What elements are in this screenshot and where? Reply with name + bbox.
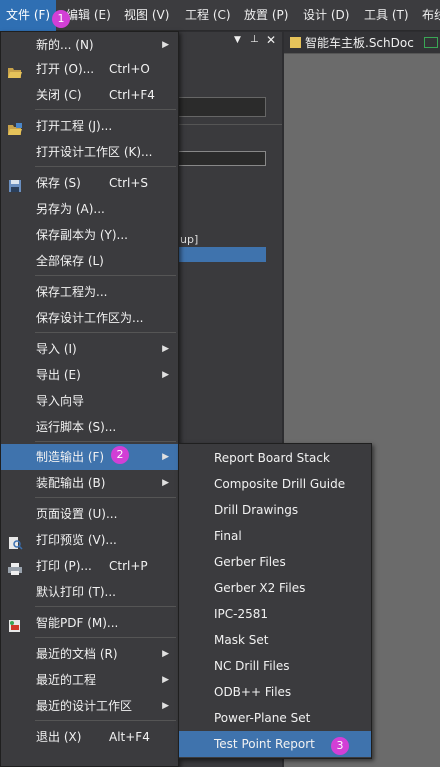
panel-divider bbox=[178, 124, 282, 125]
menu-item-recent-documents[interactable]: 最近的文档 (R) ▶ bbox=[1, 641, 178, 667]
submenu-item-mask-set[interactable]: Mask Set bbox=[179, 627, 371, 653]
panel-tree-item-highlight[interactable] bbox=[178, 247, 266, 262]
submenu-item-gerber-files[interactable]: Gerber Files bbox=[179, 549, 371, 575]
menu-item-save-copy-as[interactable]: 保存副本为 (Y)... bbox=[1, 222, 178, 248]
menu-separator bbox=[35, 637, 176, 638]
menu-item-import[interactable]: 导入 (I) ▶ bbox=[1, 336, 178, 362]
menu-item-fabrication-outputs[interactable]: 制造输出 (F) ▶ bbox=[1, 444, 178, 470]
menu-item-assembly-outputs[interactable]: 装配输出 (B) ▶ bbox=[1, 470, 178, 496]
file-menu: 新的... (N) ▶ 打开 (O)... Ctrl+O 关闭 (C) Ctrl+F4… bbox=[0, 31, 179, 767]
panel-search-field[interactable] bbox=[178, 97, 266, 117]
panel-dropdown-icon[interactable]: ▼ bbox=[234, 35, 241, 45]
menu-route[interactable]: 布线 bbox=[422, 0, 440, 31]
menu-design[interactable]: 设计 (D) bbox=[303, 0, 349, 31]
panel-header: ▼ ⊥ ✕ bbox=[178, 32, 282, 54]
menu-item-open-project[interactable]: 打开工程 (J)... bbox=[1, 113, 178, 139]
menu-item-save-as[interactable]: 另存为 (A)... bbox=[1, 196, 178, 222]
menu-item-default-print[interactable]: 默认打印 (T)... bbox=[1, 579, 178, 605]
submenu-item-gerber-x2-files[interactable]: Gerber X2 Files bbox=[179, 575, 371, 601]
submenu-item-drill-drawings[interactable]: Drill Drawings bbox=[179, 497, 371, 523]
pin-icon[interactable]: ⊥ bbox=[250, 34, 259, 45]
menu-item-save[interactable]: 保存 (S) Ctrl+S bbox=[1, 170, 178, 196]
step-badge-2: 2 bbox=[111, 446, 129, 464]
panel-tree-selected[interactable] bbox=[178, 151, 266, 166]
menu-separator bbox=[35, 332, 176, 333]
menu-item-save-project-as[interactable]: 保存工程为... bbox=[1, 279, 178, 305]
close-icon[interactable]: ✕ bbox=[266, 33, 276, 47]
menu-file[interactable]: 文件 (F) bbox=[0, 0, 56, 31]
menu-item-export[interactable]: 导出 (E) ▶ bbox=[1, 362, 178, 388]
menu-view[interactable]: 视图 (V) bbox=[124, 0, 169, 31]
menu-item-recent-workspaces[interactable]: 最近的设计工作区 ▶ bbox=[1, 693, 178, 719]
fabrication-outputs-submenu: Report Board Stack Composite Drill Guide… bbox=[178, 443, 372, 759]
menu-item-open-workspace[interactable]: 打开设计工作区 (K)... bbox=[1, 139, 178, 165]
submenu-arrow-icon: ▶ bbox=[162, 40, 169, 50]
menu-item-print[interactable]: 打印 (P)... Ctrl+P bbox=[1, 553, 178, 579]
menu-item-page-setup[interactable]: 页面设置 (U)... bbox=[1, 501, 178, 527]
menu-item-import-wizard[interactable]: 导入向导 bbox=[1, 388, 178, 414]
printer-icon bbox=[7, 559, 23, 575]
menu-item-exit[interactable]: 退出 (X) Alt+F4 bbox=[1, 724, 178, 750]
schematic-file-icon bbox=[290, 37, 301, 48]
menu-separator bbox=[35, 497, 176, 498]
menu-item-print-preview[interactable]: 打印预览 (V)... bbox=[1, 527, 178, 553]
submenu-arrow-icon: ▶ bbox=[162, 649, 169, 659]
step-badge-3: 3 bbox=[331, 737, 349, 755]
menu-separator bbox=[35, 166, 176, 167]
menu-item-save-workspace-as[interactable]: 保存设计工作区为... bbox=[1, 305, 178, 331]
submenu-arrow-icon: ▶ bbox=[162, 478, 169, 488]
menu-item-smart-pdf[interactable]: 智能PDF (M)... bbox=[1, 610, 178, 636]
submenu-arrow-icon: ▶ bbox=[162, 344, 169, 354]
submenu-item-composite-drill-guide[interactable]: Composite Drill Guide bbox=[179, 471, 371, 497]
menu-item-open[interactable]: 打开 (O)... Ctrl+O bbox=[1, 56, 178, 82]
menu-place[interactable]: 放置 (P) bbox=[244, 0, 288, 31]
menu-item-recent-projects[interactable]: 最近的工程 ▶ bbox=[1, 667, 178, 693]
open-folder-icon bbox=[7, 62, 23, 78]
submenu-arrow-icon: ▶ bbox=[162, 675, 169, 685]
submenu-item-nc-drill-files[interactable]: NC Drill Files bbox=[179, 653, 371, 679]
menu-separator bbox=[35, 606, 176, 607]
menu-separator bbox=[35, 275, 176, 276]
menu-separator bbox=[35, 441, 176, 442]
submenu-item-report-board-stack[interactable]: Report Board Stack bbox=[179, 445, 371, 471]
submenu-item-final[interactable]: Final bbox=[179, 523, 371, 549]
submenu-item-odb-files[interactable]: ODB++ Files bbox=[179, 679, 371, 705]
submenu-item-ipc-2581[interactable]: IPC-2581 bbox=[179, 601, 371, 627]
menu-project[interactable]: 工程 (C) bbox=[185, 0, 231, 31]
submenu-arrow-icon: ▶ bbox=[162, 452, 169, 462]
menu-item-save-all[interactable]: 全部保存 (L) bbox=[1, 248, 178, 274]
save-disk-icon bbox=[7, 176, 23, 192]
menu-item-run-script[interactable]: 运行脚本 (S)... bbox=[1, 414, 178, 440]
smart-pdf-icon bbox=[7, 616, 23, 632]
menu-item-new[interactable]: 新的... (N) ▶ bbox=[1, 32, 178, 58]
menu-separator bbox=[35, 109, 176, 110]
submenu-arrow-icon: ▶ bbox=[162, 370, 169, 380]
document-tab[interactable]: 智能车主板.SchDoc bbox=[290, 35, 414, 52]
submenu-item-power-plane-set[interactable]: Power-Plane Set bbox=[179, 705, 371, 731]
pcb-file-icon[interactable] bbox=[424, 37, 438, 48]
submenu-arrow-icon: ▶ bbox=[162, 701, 169, 711]
open-project-icon bbox=[7, 119, 23, 135]
step-badge-1: 1 bbox=[52, 10, 70, 28]
print-preview-icon bbox=[7, 533, 23, 550]
menu-separator bbox=[35, 720, 176, 721]
menu-item-close[interactable]: 关闭 (C) Ctrl+F4 bbox=[1, 82, 178, 108]
menu-tools[interactable]: 工具 (T) bbox=[364, 0, 409, 31]
